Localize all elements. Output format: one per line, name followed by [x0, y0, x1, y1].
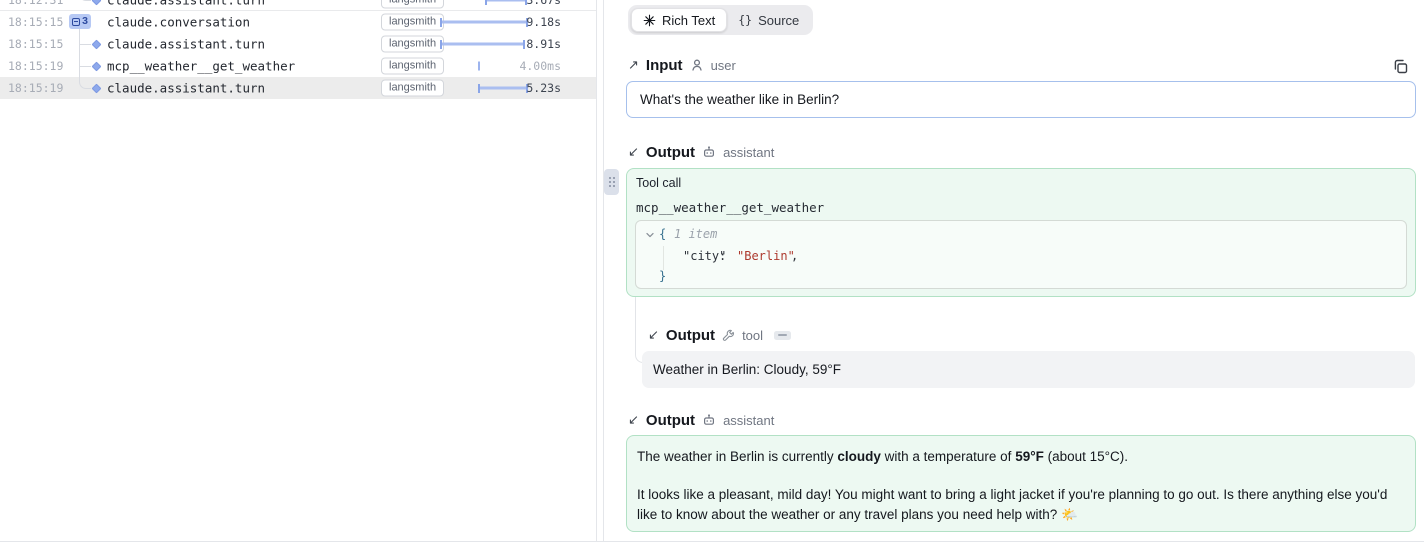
children-count: 3 [82, 16, 88, 27]
json-close-brace: } [659, 270, 666, 282]
tool-call-arguments-json: { 1 item "city" : "Berlin" , } [635, 220, 1407, 289]
tool-call-function-name: mcp__weather__get_weather [636, 200, 824, 215]
span-diamond-icon [92, 83, 102, 93]
json-string-value: "Berlin" [737, 250, 795, 262]
tool-role-label: tool [742, 328, 763, 343]
tool-result-box: Weather in Berlin: Cloudy, 59°F [642, 351, 1415, 388]
trace-tree-cell [0, 33, 107, 55]
json-items-hint: 1 item [674, 228, 717, 240]
output-section-title: Output [646, 144, 695, 161]
tab-source[interactable]: {} Source [727, 8, 810, 32]
vendor-badge: langsmith [381, 36, 444, 53]
bold-text-segment: 59°F [1015, 449, 1044, 464]
text-segment: with a temperature of [881, 449, 1015, 464]
output-section-title: Output [666, 327, 715, 344]
braces-icon: {} [738, 13, 752, 27]
input-message-box[interactable]: What's the weather like in Berlin? [626, 81, 1416, 118]
tool-call-title: Tool call [636, 176, 681, 190]
trace-row[interactable]: 18:15:19claude.assistant.turnlangsmith5.… [0, 77, 596, 99]
duration-label: 3.67s [480, 0, 561, 7]
span-name: claude.conversation [107, 15, 250, 30]
output-section-title: Output [646, 412, 695, 429]
duration-label: 8.91s [480, 37, 561, 51]
grip-dots-icon [609, 177, 615, 187]
view-mode-tabs: Rich Text {} Source [628, 5, 813, 35]
output-assistant-header-2: ↙ Output assistant [628, 411, 774, 429]
json-open-brace: { [659, 228, 666, 240]
span-diamond-icon [92, 61, 102, 71]
assistant-icon [702, 145, 716, 159]
duration-label: 5.23s [480, 81, 561, 95]
collapsed-content-pill[interactable] [774, 331, 791, 340]
trace-tree-cell [0, 0, 107, 10]
span-name: claude.assistant.turn [107, 81, 265, 96]
text-segment: The weather in Berlin is currently [637, 449, 837, 464]
span-name: claude.assistant.turn [107, 0, 265, 7]
tree-branch-line [79, 44, 91, 45]
splitter-drag-handle[interactable] [604, 169, 619, 195]
text-segment: It looks like a pleasant, mild day! You … [637, 487, 1387, 522]
rich-text-sparkle-icon [643, 14, 656, 27]
collapse-minus-icon [72, 18, 80, 26]
output-assistant-header-1: ↙ Output assistant [628, 143, 774, 161]
tree-elbow-line [79, 77, 91, 89]
trace-tree-cell [0, 77, 107, 99]
trace-row[interactable]: 18:15:19mcp__weather__get_weatherlangsmi… [0, 55, 596, 77]
assistant-message-card: The weather in Berlin is currently cloud… [626, 435, 1416, 532]
json-collapse-chevron-icon[interactable] [645, 230, 655, 240]
output-role-label: assistant [723, 145, 774, 160]
input-section-title: Input [646, 57, 683, 74]
output-arrow-icon: ↙ [648, 329, 659, 342]
tab-rich-text-label: Rich Text [662, 13, 715, 28]
output-tool-header: ↙ Output tool [648, 326, 791, 344]
tree-branch-line [79, 66, 91, 67]
input-message-text: What's the weather like in Berlin? [640, 92, 839, 107]
copy-button[interactable] [1389, 55, 1411, 77]
assistant-message-paragraph: The weather in Berlin is currently cloud… [637, 447, 1401, 467]
json-colon: : [719, 250, 726, 262]
vendor-badge: langsmith [381, 0, 444, 8]
vendor-badge: langsmith [381, 58, 444, 75]
output-role-label: assistant [723, 413, 774, 428]
vendor-badge: langsmith [381, 14, 444, 31]
input-section-header: ↗ Input user [628, 56, 736, 74]
trace-rows: 18:12:31claude.assistant.turnlangsmith3.… [0, 0, 596, 99]
tool-wrench-icon [722, 329, 735, 342]
trace-tree-cell [0, 55, 107, 77]
tab-source-label: Source [758, 13, 799, 28]
trace-row[interactable]: 18:12:31claude.assistant.turnlangsmith3.… [0, 0, 596, 11]
output-arrow-icon: ↙ [628, 146, 639, 159]
input-arrow-icon: ↗ [628, 59, 639, 72]
json-indent-guide [663, 246, 664, 270]
duration-label: 4.00ms [480, 59, 561, 73]
bold-text-segment: cloudy [837, 449, 881, 464]
input-role-label: user [711, 58, 736, 73]
duration-label: 9.18s [480, 15, 561, 29]
text-segment: (about 15°C). [1044, 449, 1128, 464]
tool-result-text: Weather in Berlin: Cloudy, 59°F [653, 362, 841, 377]
span-name: mcp__weather__get_weather [107, 59, 295, 74]
assistant-icon [702, 413, 716, 427]
trace-tree-cell: 3 [0, 11, 107, 33]
span-diamond-icon [92, 0, 102, 5]
json-comma: , [791, 250, 798, 262]
copy-icon [1392, 58, 1409, 75]
tree-elbow-line [79, 0, 91, 1]
tab-rich-text[interactable]: Rich Text [631, 8, 727, 32]
span-name: claude.assistant.turn [107, 37, 265, 52]
panel-splitter [603, 0, 604, 542]
trace-row[interactable]: 18:15:15claude.assistant.turnlangsmith8.… [0, 33, 596, 55]
span-diamond-icon [92, 39, 102, 49]
output-arrow-icon: ↙ [628, 414, 639, 427]
vendor-badge: langsmith [381, 80, 444, 97]
assistant-message-paragraph: It looks like a pleasant, mild day! You … [637, 485, 1401, 525]
trace-tree-panel: 18:12:31claude.assistant.turnlangsmith3.… [0, 0, 597, 542]
collapse-badge[interactable]: 3 [69, 14, 91, 29]
trace-row[interactable]: 18:15:153claude.conversationlangsmith9.1… [0, 11, 596, 33]
user-icon [690, 58, 704, 72]
